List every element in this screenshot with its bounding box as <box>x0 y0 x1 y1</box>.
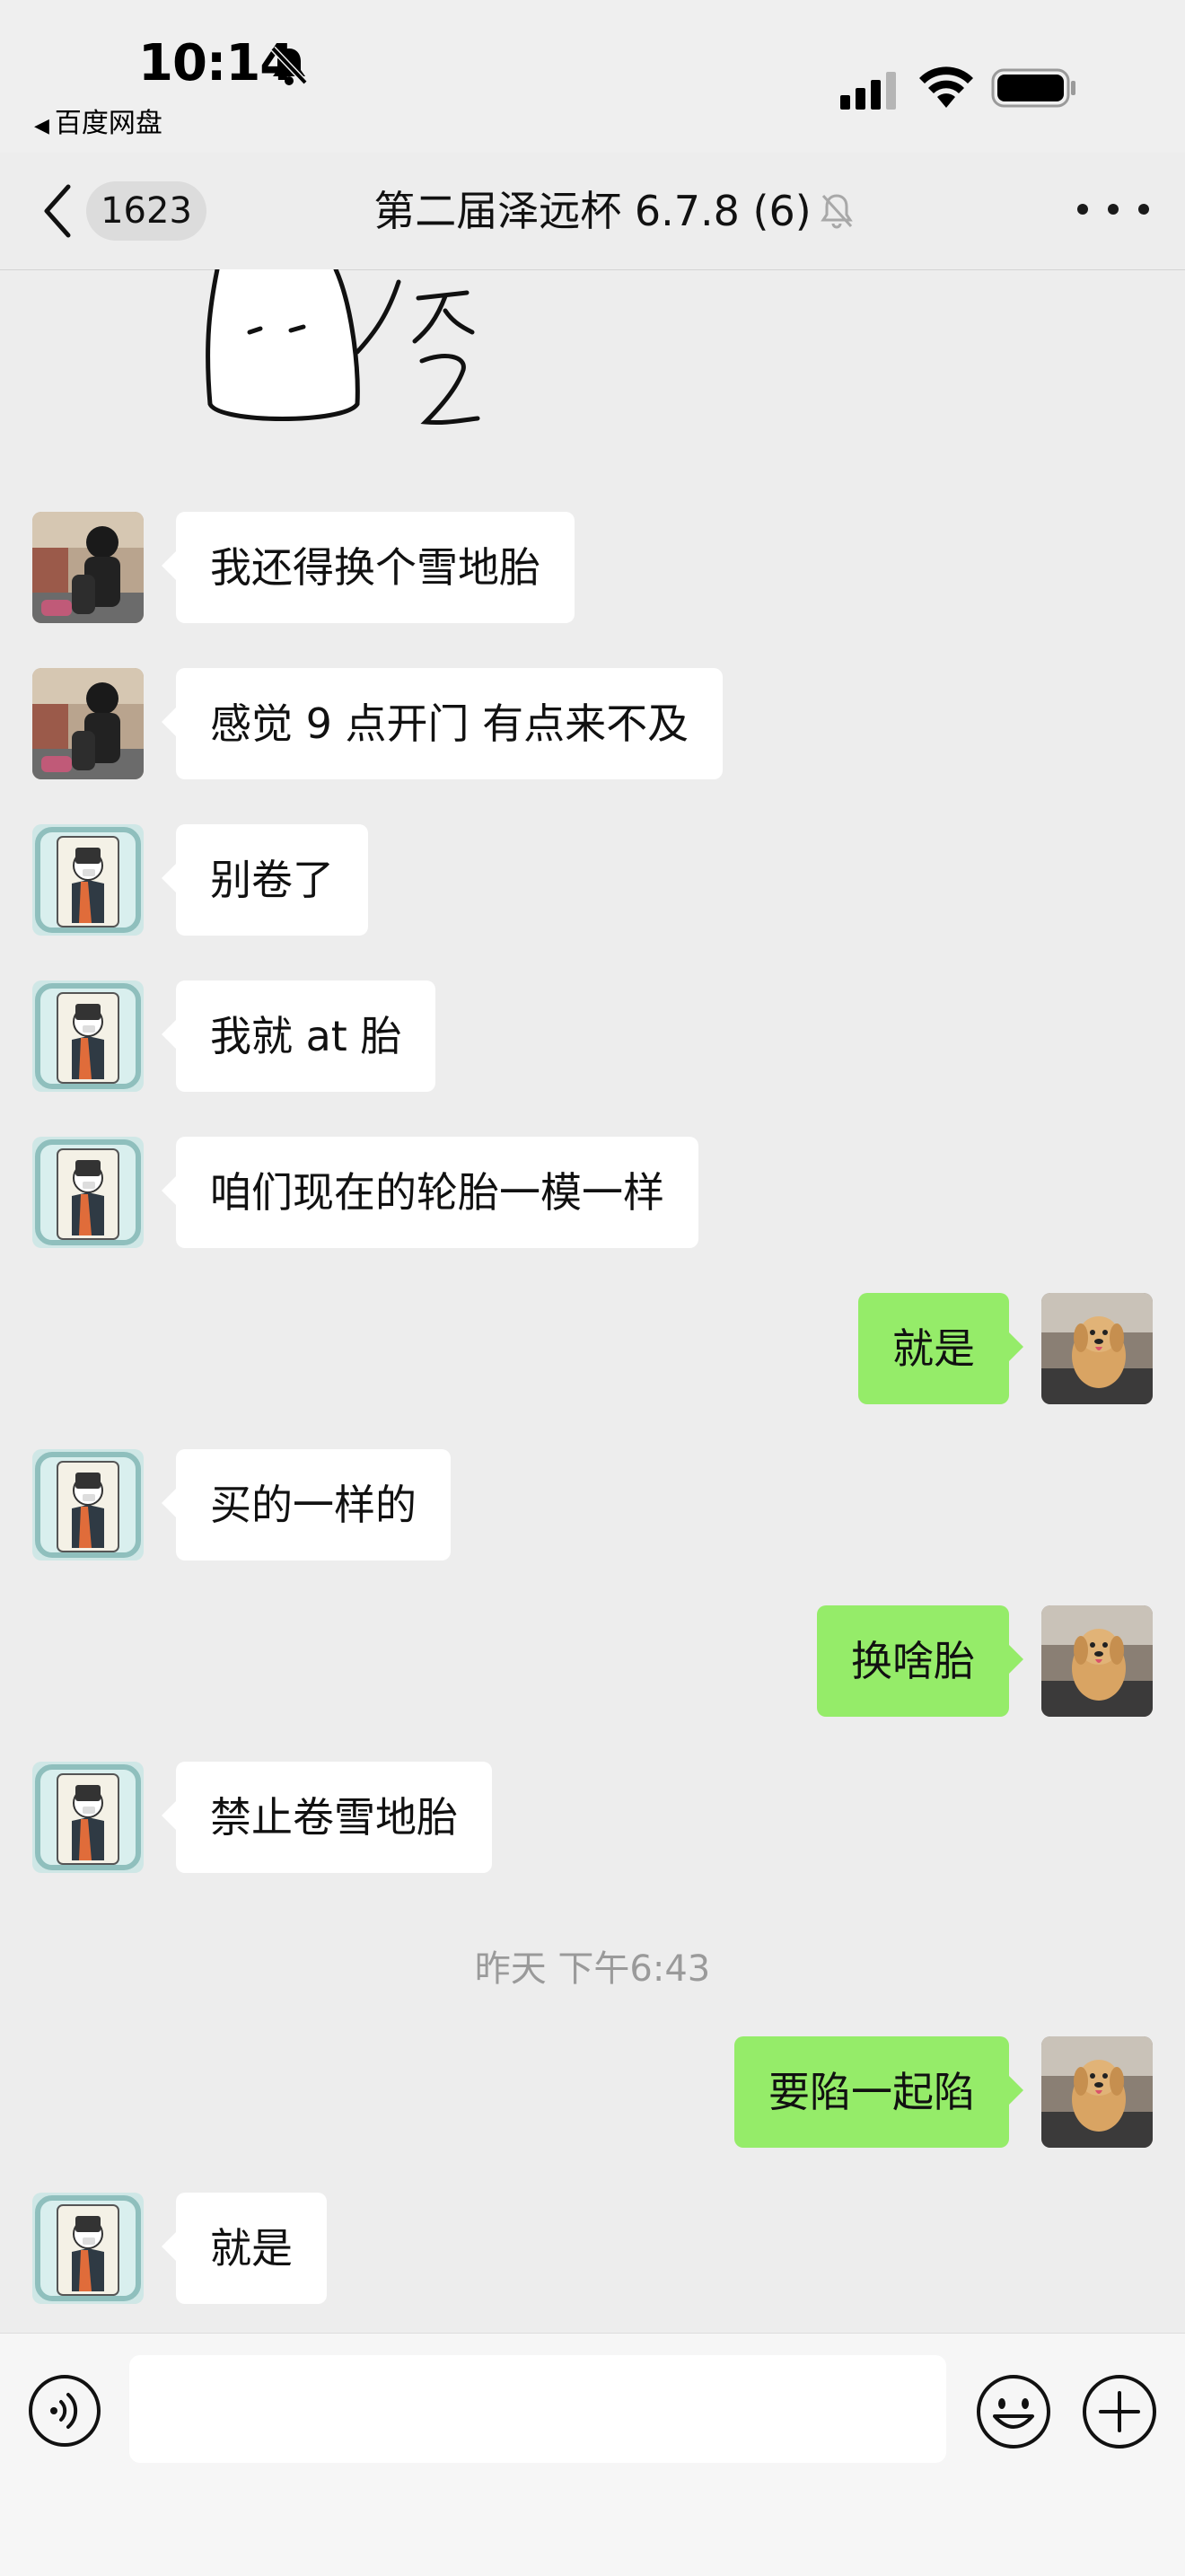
chevron-left-icon[interactable] <box>40 181 75 241</box>
more-icon[interactable] <box>1077 180 1149 239</box>
message-bubble-sent[interactable]: 就是 <box>858 1293 1023 1404</box>
avatar-cartoon[interactable] <box>32 2193 144 2304</box>
avatar-dog[interactable] <box>1041 1293 1153 1404</box>
back-app-label: 百度网盘 <box>54 108 162 139</box>
avatar-cartoon[interactable] <box>32 824 144 936</box>
message-bubble-sent[interactable]: 要陷一起陷 <box>734 2036 1023 2148</box>
avatar-rider[interactable] <box>32 512 144 623</box>
chat-nav-bar: 1623 第二届泽远杯 6.7.8 (6) <box>0 153 1185 270</box>
wifi-icon <box>919 66 973 108</box>
message-bubble-received[interactable]: 买的一样的 <box>162 1449 451 1561</box>
mute-bell-icon <box>821 194 853 229</box>
avatar-cartoon[interactable] <box>32 980 144 1092</box>
battery-icon <box>991 68 1075 108</box>
avatar-rider[interactable] <box>32 668 144 779</box>
bell-off-icon <box>270 46 308 85</box>
avatar-cartoon[interactable] <box>32 1449 144 1561</box>
message-bubble-received[interactable]: 别卷了 <box>162 824 368 936</box>
message-input-bar <box>0 2333 1185 2576</box>
message-bubble-received[interactable]: 感觉 9 点开门 有点来不及 <box>161 668 724 779</box>
message-timestamp: 昨天 下午6:43 <box>474 1948 711 1990</box>
back-to-app-link[interactable]: ◀ 百度网盘 <box>34 101 162 140</box>
plus-icon[interactable] <box>1081 2373 1158 2450</box>
avatar-dog[interactable] <box>1041 1605 1153 1717</box>
avatar-dog[interactable] <box>1041 2036 1153 2148</box>
message-bubble-received[interactable]: 禁止卷雪地胎 <box>162 1762 492 1873</box>
message-bubble-received[interactable]: 我还得换个雪地胎 <box>162 512 575 623</box>
message-bubble-received[interactable]: 我就 at 胎 <box>161 980 436 1092</box>
back-triangle-icon: ◀ <box>34 115 49 137</box>
avatar-cartoon[interactable] <box>32 1762 144 1873</box>
signal-icon <box>840 72 896 110</box>
sticker-image[interactable] <box>192 269 497 440</box>
unread-count-badge[interactable]: 1623 <box>86 181 206 241</box>
message-bubble-received[interactable]: 就是 <box>162 2193 327 2304</box>
message-text-input[interactable] <box>129 2355 946 2463</box>
emoji-icon[interactable] <box>975 2373 1052 2450</box>
avatar-cartoon[interactable] <box>32 1137 144 1248</box>
status-bar: 10:14 ◀ 百度网盘 <box>0 0 1185 153</box>
voice-icon[interactable] <box>27 2373 102 2449</box>
message-bubble-sent[interactable]: 换啥胎 <box>817 1605 1023 1717</box>
message-bubble-received[interactable]: 咱们现在的轮胎一模一样 <box>162 1137 698 1248</box>
